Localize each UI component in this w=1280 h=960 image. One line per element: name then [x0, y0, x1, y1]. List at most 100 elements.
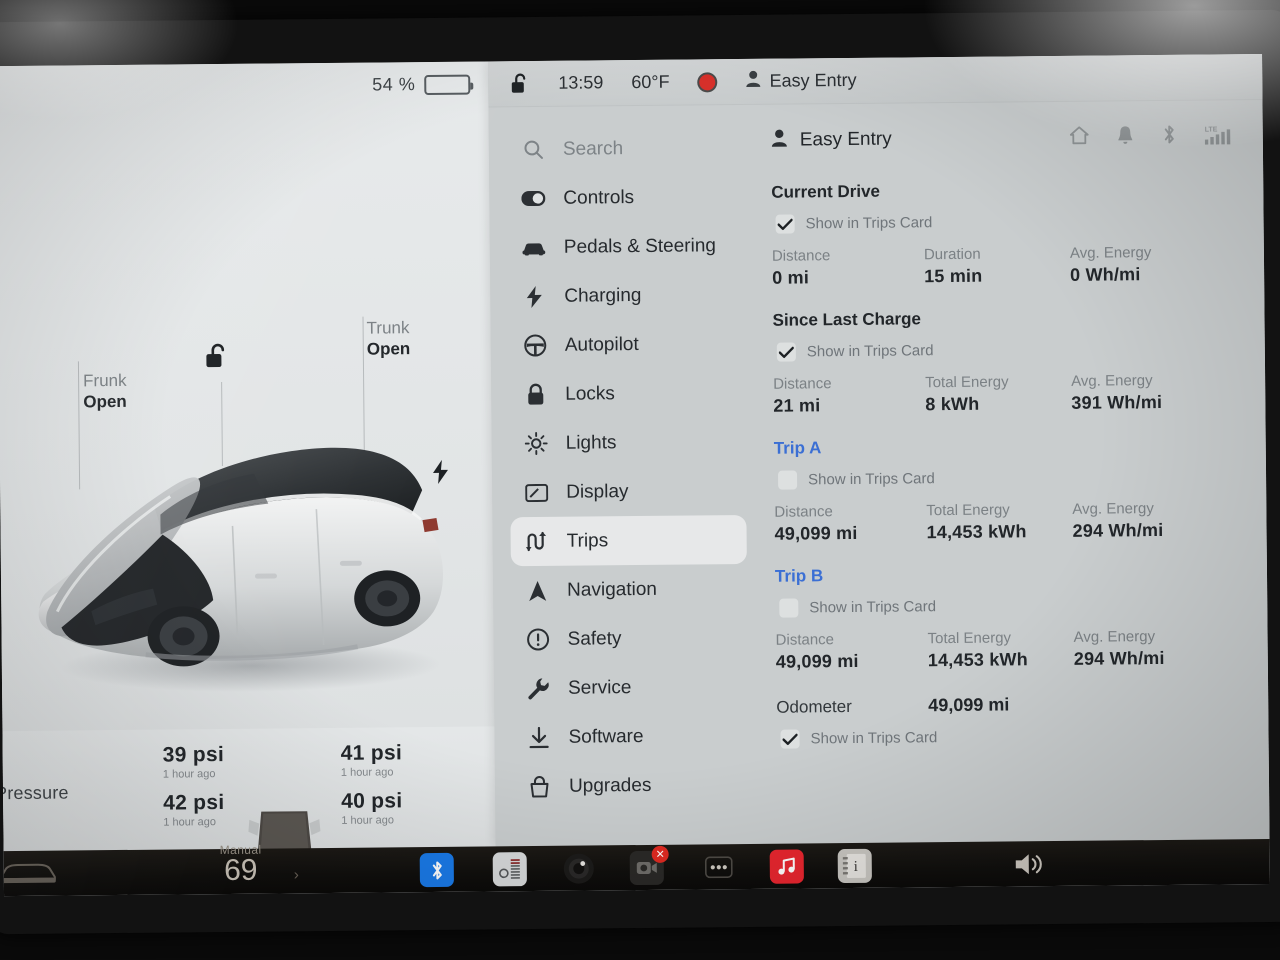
record-dot-icon[interactable]: [697, 71, 718, 92]
odometer-row: Odometer 49,099 mi: [776, 692, 1246, 718]
section-title-trip-a[interactable]: Trip A: [774, 434, 1244, 459]
sidebar-item-trips-label: Trips: [566, 529, 609, 552]
tire-front-left-value: 39 psi: [162, 743, 225, 767]
stat-label: Total Energy: [927, 629, 1012, 648]
system-profile-label: Easy Entry: [769, 69, 857, 91]
infotainment-screen: 54 % Frunk Open Trunk Open Pressure 39 p…: [0, 54, 1270, 897]
bell-icon[interactable]: [1117, 125, 1134, 150]
music-icon[interactable]: [769, 849, 804, 884]
sidebar-item-search[interactable]: Search: [507, 123, 757, 174]
frunk-callout-title: Frunk: [83, 370, 127, 391]
car-front-icon: [522, 235, 546, 259]
checkbox-unchecked-icon: [777, 470, 798, 490]
section-title-trip-b[interactable]: Trip B: [775, 562, 1245, 587]
tire-front-left-updated: 1 hour ago: [162, 768, 216, 781]
lte-signal-icon[interactable]: LTE: [1205, 123, 1235, 150]
show-in-trips-trip-b[interactable]: Show in Trips Card: [775, 594, 1245, 618]
system-profile[interactable]: Easy Entry: [745, 69, 857, 93]
alert-circle-icon: [525, 627, 549, 651]
charge-bolt-icon: [432, 459, 450, 489]
stats-trip-a: Distance 49,099 mi Total Energy 14,453 k…: [774, 499, 1244, 545]
show-in-trips-odometer[interactable]: Show in Trips Card: [776, 725, 1246, 749]
stat-label: Distance: [771, 247, 831, 265]
sidebar-item-safety[interactable]: Safety: [511, 613, 761, 664]
tire-front-right-updated: 1 hour ago: [340, 766, 394, 779]
home-icon[interactable]: [1069, 126, 1089, 150]
stat-value: 0 Wh/mi: [1070, 264, 1141, 285]
sidebar-item-lights[interactable]: Lights: [509, 417, 759, 468]
profile-label: Easy Entry: [799, 128, 892, 151]
camera-lens-icon[interactable]: [562, 851, 596, 885]
search-icon: [521, 137, 545, 161]
unlock-icon[interactable]: [510, 72, 530, 95]
stat-avg-energy: Avg. Energy 294 Wh/mi: [1074, 627, 1224, 669]
more-icon[interactable]: [702, 850, 736, 884]
show-in-trips-label: Show in Trips Card: [806, 342, 934, 361]
status-icons: LTE: [1069, 123, 1241, 152]
tire-rear-left-updated: 1 hour ago: [163, 816, 217, 829]
dashcam-error-badge: ✕: [651, 845, 669, 863]
stat-distance: Distance 49,099 mi: [774, 502, 926, 544]
odometer-label: Odometer: [776, 696, 852, 717]
sidebar-item-upgrades[interactable]: Upgrades: [513, 760, 763, 811]
dashcam-icon[interactable]: ✕: [629, 845, 669, 886]
stat-distance: Distance 21 mi: [773, 374, 925, 416]
sidebar-item-service[interactable]: Service: [512, 662, 762, 713]
sidebar-item-display[interactable]: Display: [510, 466, 760, 517]
trunk-callout-title: Trunk: [366, 318, 410, 338]
sidebar-item-controls[interactable]: Controls: [507, 172, 757, 223]
show-in-trips-label: Show in Trips Card: [805, 214, 933, 233]
stats-current-drive: Distance 0 mi Duration 15 min Avg. Energ…: [772, 243, 1242, 289]
sidebar-item-autopilot[interactable]: Autopilot: [509, 319, 759, 370]
stat-total-energy: Total Energy 8 kWh: [925, 373, 1071, 415]
car-icon[interactable]: [0, 857, 58, 893]
stat-label: Avg. Energy: [1071, 372, 1153, 390]
tire-rear-left: 42 psi 1 hour ago: [163, 791, 225, 829]
sidebar-item-safety-label: Safety: [567, 627, 622, 650]
bluetooth-app-icon[interactable]: [419, 852, 454, 888]
show-in-trips-since-last-charge[interactable]: Show in Trips Card: [773, 338, 1243, 362]
sidebar-item-locks[interactable]: Locks: [509, 368, 759, 419]
sidebar-item-charging[interactable]: Charging: [508, 270, 758, 321]
checkbox-checked-icon: [780, 729, 800, 749]
stat-label: Total Energy: [925, 373, 1009, 392]
settings-panel: 13:59 60°F Easy Entry Search Controls Pe…: [488, 54, 1270, 847]
chevron-right-icon[interactable]: ›: [294, 866, 299, 883]
odometer-value: 49,099 mi: [928, 694, 1010, 716]
volume-icon[interactable]: [1014, 851, 1046, 882]
sidebar-item-navigation[interactable]: Navigation: [511, 564, 761, 615]
battery-status: 54 %: [372, 74, 471, 96]
sidebar-item-navigation-label: Navigation: [567, 578, 658, 601]
stat-label: Avg. Energy: [1073, 628, 1156, 646]
show-in-trips-current-drive[interactable]: Show in Trips Card: [772, 210, 1242, 234]
tire-rear-right: 40 psi 1 hour ago: [341, 789, 403, 827]
manual-icon[interactable]: i: [837, 848, 872, 884]
tire-front-right: 41 psi 1 hour ago: [341, 741, 403, 779]
profile-selector[interactable]: Easy Entry: [771, 127, 892, 153]
stats-since-last-charge: Distance 21 mi Total Energy 8 kWh Avg. E…: [773, 371, 1243, 417]
sidebar-item-trips[interactable]: Trips: [510, 514, 747, 567]
unlock-icon[interactable]: [205, 342, 231, 377]
person-icon: [771, 128, 788, 153]
sidebar-item-controls-label: Controls: [563, 186, 635, 209]
tire-rear-right-value: 40 psi: [341, 789, 403, 813]
show-in-trips-label: Show in Trips Card: [810, 729, 938, 748]
toggle-icon: [521, 186, 546, 210]
tire-rear-right-updated: 1 hour ago: [341, 814, 394, 827]
stat-value: 8 kWh: [925, 393, 980, 415]
stat-value: 294 Wh/mi: [1073, 647, 1165, 669]
trunk-callout-value: Open: [366, 339, 411, 359]
climate-control[interactable]: Manual 69: [196, 842, 286, 887]
display-icon: [524, 480, 548, 504]
sidebar-item-pedals-steering[interactable]: Pedals & Steering: [508, 221, 758, 272]
sun-icon: [524, 431, 548, 455]
download-icon: [526, 725, 550, 749]
show-in-trips-trip-a[interactable]: Show in Trips Card: [774, 466, 1244, 490]
sidebar-item-software[interactable]: Software: [512, 711, 762, 762]
stat-value: 14,453 kWh: [926, 521, 1027, 543]
climate-vent-icon[interactable]: [492, 852, 527, 887]
frunk-callout-value: Open: [83, 392, 127, 412]
stat-avg-energy: Avg. Energy 294 Wh/mi: [1072, 499, 1222, 541]
bluetooth-icon[interactable]: [1162, 124, 1177, 150]
stat-value: 49,099 mi: [775, 650, 859, 672]
